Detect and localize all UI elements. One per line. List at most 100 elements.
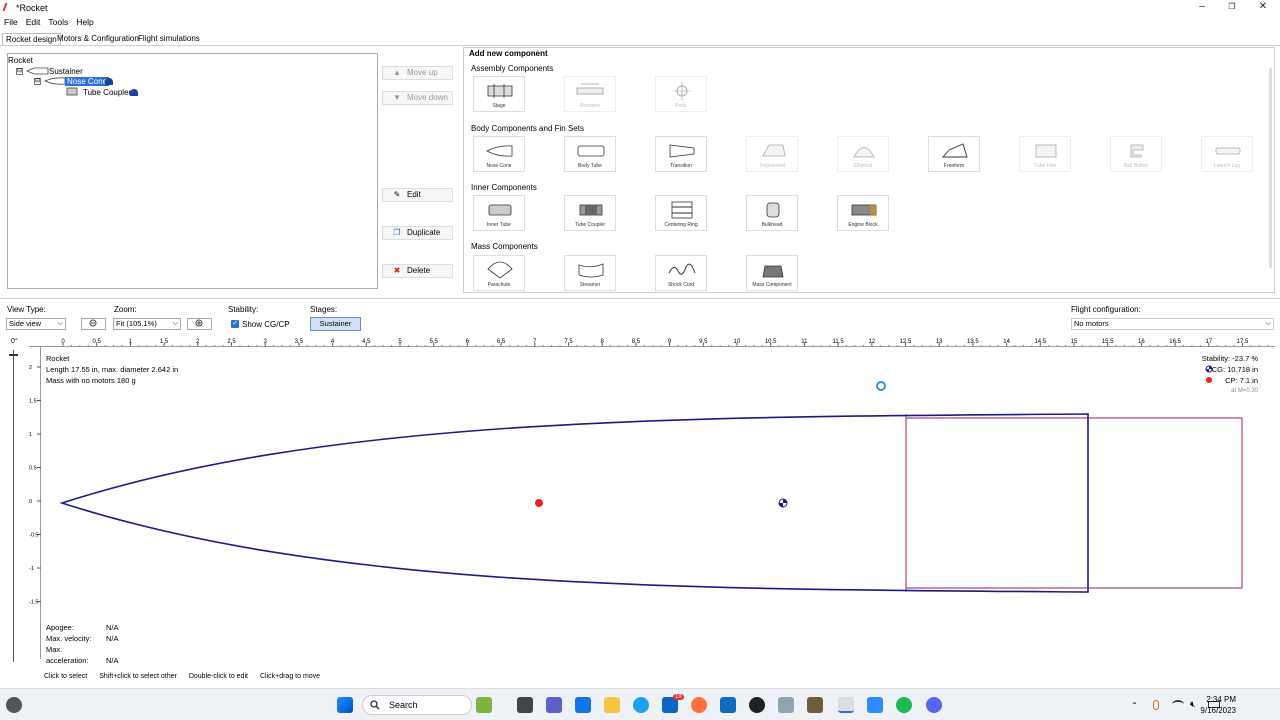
task-view-icon[interactable] bbox=[517, 697, 533, 713]
cp-legend-icon bbox=[1206, 377, 1212, 383]
max-acceleration-value: N/A bbox=[106, 656, 119, 665]
add-tube-fins-button[interactable]: Tube Fins bbox=[1019, 136, 1071, 172]
edit-button[interactable]: ✎ Edit bbox=[382, 188, 453, 202]
zoom-select[interactable]: Fit (105.1%) ⌵ bbox=[113, 318, 181, 330]
ruler-x-label: 0 bbox=[61, 339, 65, 345]
tab-motors-configuration[interactable]: Motors & Configuration bbox=[54, 33, 142, 44]
outlook-icon[interactable] bbox=[720, 697, 736, 713]
close-button[interactable]: ✕ bbox=[1248, 0, 1278, 15]
tab-rocket-design[interactable]: Rocket design bbox=[2, 33, 61, 45]
add-body-tube-button[interactable]: Body Tube bbox=[564, 136, 616, 172]
menu-help[interactable]: Help bbox=[72, 15, 97, 29]
expand-sustainer-icon[interactable]: ⊟ bbox=[16, 68, 23, 75]
menu-file[interactable]: File bbox=[0, 15, 22, 29]
add-boosters-button[interactable]: Boosters bbox=[564, 76, 616, 112]
add-shock-cord-button[interactable]: Shock Cord bbox=[655, 255, 707, 291]
maximize-button[interactable]: ❐ bbox=[1217, 0, 1247, 15]
add-tube-coupler-button[interactable]: Tube Coupler bbox=[564, 195, 616, 231]
zoom-out-button[interactable] bbox=[81, 318, 106, 330]
add-streamer-button[interactable]: Streamer bbox=[564, 255, 616, 291]
arrow-up-icon: ▲ bbox=[393, 68, 401, 77]
shock-cord-icon bbox=[668, 263, 696, 275]
add-stage-button[interactable]: Stage bbox=[473, 76, 525, 112]
rocket-info-length: Length 17.55 in, max. diameter 2.642 in bbox=[46, 365, 179, 374]
move-down-button[interactable]: ▼ Move down bbox=[382, 91, 453, 105]
dell-icon[interactable] bbox=[749, 697, 765, 713]
clock[interactable]: 2:34 PM 9/16/2023 bbox=[1200, 694, 1236, 716]
menu-edit[interactable]: Edit bbox=[22, 15, 45, 29]
add-freeform-button[interactable]: Freeform bbox=[928, 136, 980, 172]
discord-icon[interactable] bbox=[926, 697, 942, 713]
tree-item-sustainer[interactable]: Sustainer bbox=[49, 67, 83, 76]
flight-config-select[interactable]: No motors ⌵ bbox=[1071, 318, 1274, 330]
max-velocity-value: N/A bbox=[106, 634, 119, 643]
zoom-app-icon[interactable] bbox=[867, 697, 883, 713]
add-bulkhead-button[interactable]: Bulkhead bbox=[746, 195, 798, 231]
tab-flight-simulations[interactable]: Flight simulations bbox=[135, 33, 203, 44]
add-transition-button[interactable]: Transition bbox=[655, 136, 707, 172]
cp-marker bbox=[535, 499, 543, 507]
rotation-slider[interactable] bbox=[13, 350, 14, 662]
add-nose-cone-button[interactable]: Nose Cone bbox=[473, 136, 525, 172]
add-inner-tube-button[interactable]: Inner Tube bbox=[473, 195, 525, 231]
add-rail-button-button[interactable]: Rail Button bbox=[1110, 136, 1162, 172]
expand-nose-cone-icon[interactable]: ⊟ bbox=[34, 78, 41, 85]
scrollbar[interactable] bbox=[1269, 68, 1272, 268]
component-tree: Rocket ⊟ Sustainer ⊟ Nose Cone Tube Coup… bbox=[7, 53, 378, 289]
wifi-icon[interactable] bbox=[1172, 700, 1184, 709]
rocket-figure[interactable] bbox=[29, 347, 1275, 659]
add-centering-ring-button[interactable]: Centering Ring bbox=[655, 195, 707, 231]
photos-icon[interactable] bbox=[778, 697, 794, 713]
add-launch-lug-button[interactable]: Launch Lug bbox=[1201, 136, 1253, 172]
ruler-y-label: 1 bbox=[29, 432, 32, 438]
tree-item-tube-coupler[interactable]: Tube Coupler bbox=[83, 88, 131, 97]
app-icon[interactable] bbox=[807, 697, 823, 713]
centering-ring-label: Centering Ring bbox=[664, 222, 698, 228]
ruler-x-label: 3.5 bbox=[295, 339, 304, 345]
zoom-in-button[interactable] bbox=[187, 318, 212, 330]
ruler-y-label: 1.5 bbox=[29, 399, 37, 405]
move-up-button[interactable]: ▲ Move up bbox=[382, 66, 453, 80]
add-parachute-button[interactable]: Parachute bbox=[473, 255, 525, 291]
view-type-label: View Type: bbox=[7, 305, 46, 314]
delete-button[interactable]: ✖ Delete bbox=[382, 264, 453, 278]
add-pods-button[interactable]: Pods bbox=[655, 76, 707, 112]
section-mass: Mass Components bbox=[471, 242, 538, 251]
chevron-up-icon[interactable]: ⌃ bbox=[1131, 701, 1138, 710]
menu-tools[interactable]: Tools bbox=[44, 15, 72, 29]
launch-lug-label: Launch Lug bbox=[1213, 163, 1241, 169]
pods-label: Pods bbox=[675, 103, 687, 109]
tree-item-nose-cone[interactable]: Nose Cone bbox=[65, 77, 110, 86]
streamer-icon bbox=[578, 263, 604, 278]
show-cgcp-checkbox[interactable]: ✓ bbox=[231, 320, 239, 328]
minimize-button[interactable]: – bbox=[1187, 0, 1217, 15]
add-engine-block-button[interactable]: Engine Block bbox=[837, 195, 889, 231]
teams-icon[interactable] bbox=[546, 697, 562, 713]
ruler-x-label: 17.5 bbox=[1237, 339, 1249, 345]
widgets-icon[interactable] bbox=[6, 697, 22, 713]
firefox-icon[interactable] bbox=[691, 697, 707, 713]
tree-item-rocket[interactable]: Rocket bbox=[8, 56, 33, 65]
rotation-slider-handle[interactable] bbox=[9, 354, 18, 356]
add-mass-component-button[interactable]: Mass Component bbox=[746, 255, 798, 291]
store-icon[interactable] bbox=[575, 697, 591, 713]
view-type-select[interactable]: Side view ⌵ bbox=[6, 318, 66, 330]
time: 2:34 PM bbox=[1206, 695, 1236, 704]
volume-icon[interactable]: 🔇︎ bbox=[1190, 699, 1196, 710]
microphone-icon[interactable] bbox=[1153, 700, 1159, 710]
stage-sustainer-toggle[interactable]: Sustainer bbox=[310, 317, 361, 331]
ruler-x-label: 17 bbox=[1205, 339, 1212, 345]
hint-select: Click to select bbox=[44, 673, 88, 680]
edge-icon[interactable] bbox=[633, 697, 649, 713]
start-icon[interactable] bbox=[337, 697, 353, 713]
add-elliptical-button[interactable]: Elliptical bbox=[837, 136, 889, 172]
app-icon[interactable] bbox=[476, 697, 492, 713]
openrocket-icon[interactable] bbox=[838, 697, 854, 713]
add-trapezoidal-button[interactable]: Trapezoidal bbox=[746, 136, 798, 172]
spotify-icon[interactable] bbox=[896, 697, 912, 713]
file-explorer-icon[interactable] bbox=[604, 697, 620, 713]
duplicate-button[interactable]: ❐ Duplicate bbox=[382, 226, 453, 240]
flight-info: Apogee: N/A Max. velocity: N/A Max. accele… bbox=[46, 622, 119, 666]
ruler-x-label: 2 bbox=[196, 339, 200, 345]
split-divider[interactable] bbox=[0, 298, 1280, 300]
